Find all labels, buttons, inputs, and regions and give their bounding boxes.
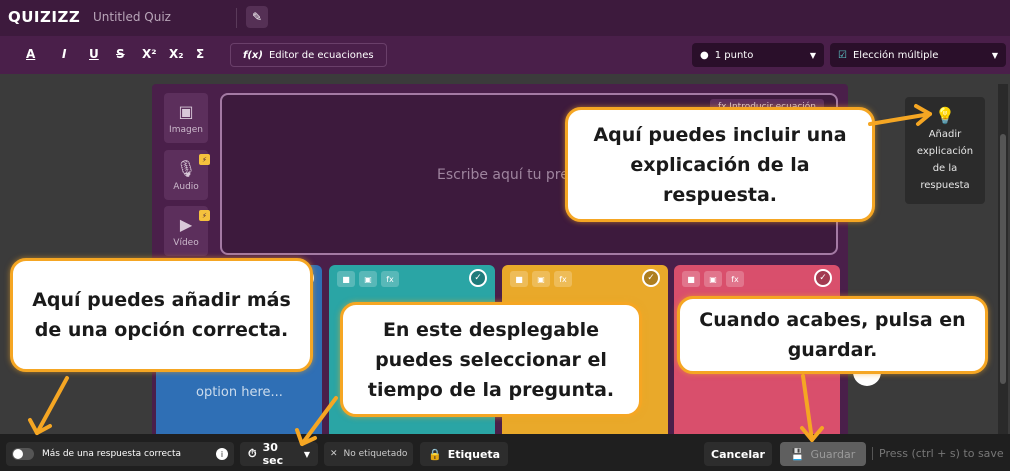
arrow-multiple [35, 376, 69, 435]
arrow-time [300, 396, 338, 446]
callout-arrows [28, 104, 932, 446]
